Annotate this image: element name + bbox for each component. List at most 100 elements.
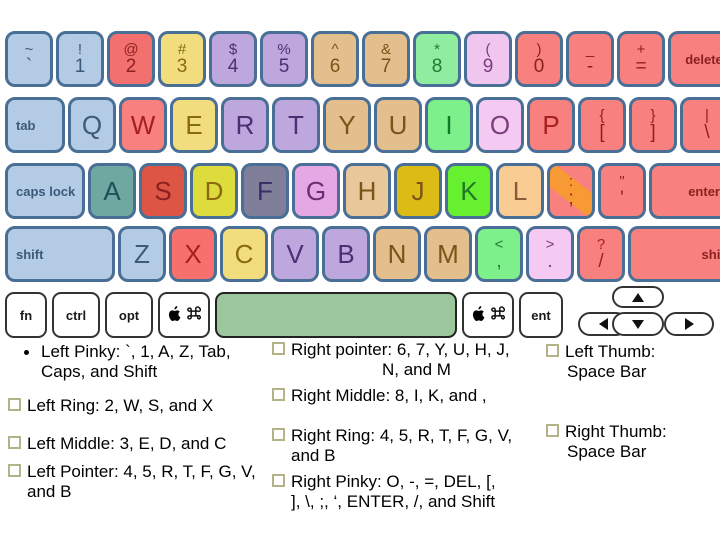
note-item: Left Middle: 3, E, D, and C — [8, 434, 266, 454]
key-g[interactable]: G — [292, 163, 340, 219]
key-w[interactable]: W — [119, 97, 167, 153]
note-item: Right Middle: 8, I, K, and , — [272, 386, 542, 406]
key-word: enter — [688, 183, 720, 199]
key-equals-label: + = — [635, 42, 646, 76]
key-delete[interactable]: delete — [668, 31, 720, 87]
key-f[interactable]: F — [241, 163, 289, 219]
key-letter: R — [235, 110, 255, 140]
key-enter-label: enter — [688, 185, 720, 198]
key-q-label: Q — [82, 112, 102, 138]
key-letter: Z — [134, 239, 150, 269]
key-u[interactable]: U — [374, 97, 422, 153]
key-t[interactable]: T — [272, 97, 320, 153]
key-backslash[interactable]: | \ — [680, 97, 720, 153]
key-top-legend: ) — [536, 41, 542, 58]
key-bottom-legend: 1 — [74, 56, 86, 77]
key-d-label: D — [205, 178, 224, 204]
key-6[interactable]: ^ 6 — [311, 31, 359, 87]
key-h-label: H — [358, 178, 377, 204]
key-3[interactable]: #3 — [158, 31, 206, 87]
key-s[interactable]: S — [139, 163, 187, 219]
note-item: Left Pinky: `, 1, A, Z, Tab, Caps, and Sh… — [8, 342, 266, 382]
key-letter: A — [103, 176, 121, 206]
key-l[interactable]: L — [496, 163, 544, 219]
key-tab[interactable]: tab — [5, 97, 65, 153]
key-v[interactable]: V — [271, 226, 319, 282]
key-y[interactable]: Y — [323, 97, 371, 153]
key-enter[interactable]: enter — [649, 163, 720, 219]
key-0[interactable]: ) 0 — [515, 31, 563, 87]
key-a[interactable]: A — [88, 163, 136, 219]
note-line: Left Pointer: 4, 5, R, T, F, G, V, — [27, 462, 256, 482]
note-line: Left Thumb: — [565, 342, 656, 361]
key-2-label: @2 — [123, 42, 138, 76]
key-period[interactable]: >. — [526, 226, 574, 282]
key-backtick-label: ~ ` — [25, 42, 34, 76]
key-d[interactable]: D — [190, 163, 238, 219]
key-e[interactable]: E — [170, 97, 218, 153]
key-9[interactable]: (9 — [464, 31, 512, 87]
key-shift-right[interactable]: shift — [628, 226, 720, 282]
key-z[interactable]: Z — [118, 226, 166, 282]
key-top-legend: # — [177, 41, 187, 58]
key-2[interactable]: @2 — [107, 31, 155, 87]
key-9-label: (9 — [483, 42, 494, 76]
key-1[interactable]: ! 1 — [56, 31, 104, 87]
key-bracket-left[interactable]: {[ — [578, 97, 626, 153]
key-x[interactable]: X — [169, 226, 217, 282]
key-3-label: #3 — [177, 42, 188, 76]
key-t-label: T — [288, 112, 304, 138]
key-slash[interactable]: ? / — [577, 226, 625, 282]
key-i[interactable]: I — [425, 97, 473, 153]
key-o[interactable]: O — [476, 97, 524, 153]
key-v-label: V — [286, 241, 303, 267]
key-shift-left-label: shift — [16, 248, 43, 261]
key-top-legend: ( — [485, 41, 491, 58]
key-semicolon[interactable]: :; — [547, 163, 595, 219]
key-quote[interactable]: " ' — [598, 163, 646, 219]
key-slash-label: ? / — [597, 237, 605, 271]
key-n[interactable]: N — [373, 226, 421, 282]
key-bottom-legend: 2 — [125, 56, 137, 77]
key-7-label: & 7 — [381, 42, 392, 76]
key-letter: X — [184, 239, 202, 269]
key-c[interactable]: C — [220, 226, 268, 282]
key-comma[interactable]: <, — [475, 226, 523, 282]
key-top-legend: & — [380, 41, 391, 58]
key-5[interactable]: % 5 — [260, 31, 308, 87]
key-r[interactable]: R — [221, 97, 269, 153]
key-comma-label: <, — [495, 237, 504, 271]
key-shift-left[interactable]: shift — [5, 226, 115, 282]
key-m[interactable]: M — [424, 226, 472, 282]
key-8[interactable]: * 8 — [413, 31, 461, 87]
key-top-legend: > — [545, 236, 555, 253]
key-c-label: C — [235, 241, 254, 267]
key-equals[interactable]: + = — [617, 31, 665, 87]
key-7[interactable]: & 7 — [362, 31, 410, 87]
note-item: Right Pinky: O, -, =, DEL, [,], \, ;, ‘,… — [272, 472, 542, 512]
key-h[interactable]: H — [343, 163, 391, 219]
key-bottom-legend: \ — [704, 122, 710, 143]
key-minus[interactable]: _ - — [566, 31, 614, 87]
key-letter: G — [305, 176, 327, 206]
key-b[interactable]: B — [322, 226, 370, 282]
key-backtick[interactable]: ~ ` — [5, 31, 53, 87]
note-item: Right Ring: 4, 5, R, T, F, G, V, and B — [272, 426, 542, 466]
key-0-label: ) 0 — [534, 42, 545, 76]
key-p-label: P — [542, 112, 559, 138]
key-bottom-legend: ; — [568, 188, 574, 209]
checkbox-square-icon — [546, 344, 559, 357]
key-minus-label: _ - — [586, 42, 594, 76]
key-bracket-right[interactable]: }] — [629, 97, 677, 153]
key-6-label: ^ 6 — [330, 42, 341, 76]
checkbox-square-icon — [8, 464, 21, 478]
key-bottom-legend: 8 — [431, 56, 443, 77]
key-k[interactable]: K — [445, 163, 493, 219]
key-p[interactable]: P — [527, 97, 575, 153]
key-q[interactable]: Q — [68, 97, 116, 153]
note-item: Right pointer: 6, 7, Y, U, H, J, N, and M — [272, 340, 542, 380]
checkbox-square-icon — [8, 398, 21, 412]
key-j[interactable]: J — [394, 163, 442, 219]
key-caps-lock[interactable]: caps lock — [5, 163, 85, 219]
key-4[interactable]: $4 — [209, 31, 257, 87]
